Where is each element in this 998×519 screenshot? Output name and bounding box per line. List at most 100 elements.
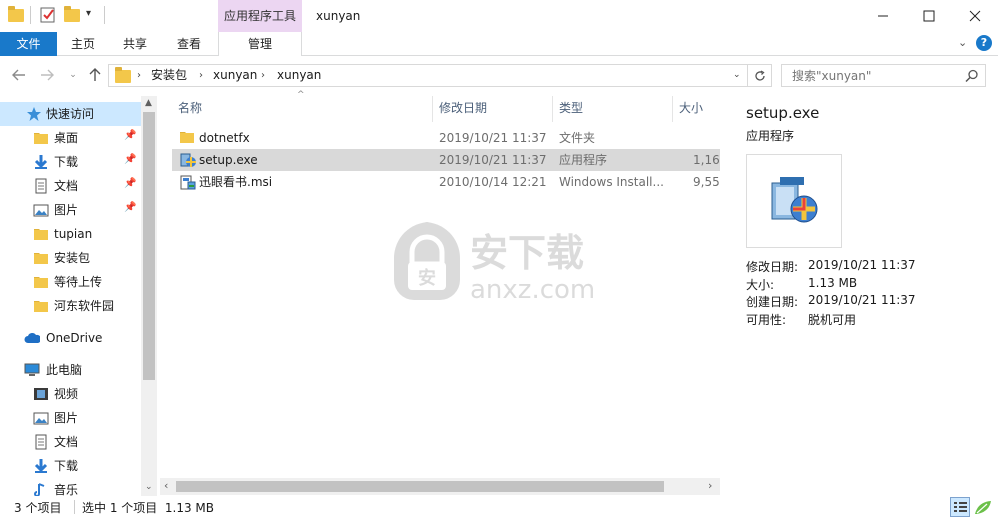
nav-quick-item[interactable]: 桌面 📌	[0, 126, 141, 150]
column-header-size[interactable]: 大小	[679, 96, 703, 120]
setup-exe-icon	[179, 151, 197, 169]
scroll-up-icon[interactable]: ▲	[145, 98, 152, 108]
pin-icon[interactable]: 📌	[124, 154, 136, 165]
sort-ascending-icon: ^	[297, 90, 305, 100]
close-button[interactable]	[952, 0, 998, 32]
detail-property-value: 2019/10/21 11:37	[808, 258, 916, 272]
recent-locations-icon[interactable]: ⌄	[64, 66, 82, 84]
pin-icon[interactable]: 📌	[124, 130, 136, 141]
forward-button[interactable]	[38, 66, 56, 84]
file-row[interactable]: setup.exe 2019/10/21 11:37 应用程序 1,167	[172, 149, 720, 171]
scroll-down-icon[interactable]: ⌄	[145, 482, 153, 492]
refresh-button[interactable]	[748, 64, 772, 87]
nav-scrollbar-thumb[interactable]	[143, 112, 155, 380]
nav-quick-item[interactable]: 安装包	[0, 246, 141, 270]
download-arrow-icon	[33, 154, 49, 170]
nav-quick-access[interactable]: 快速访问	[0, 102, 141, 126]
folder-icon[interactable]	[8, 6, 24, 23]
nav-pc-item[interactable]: 视频	[0, 382, 141, 406]
nav-label: 文档	[54, 435, 79, 449]
detail-file-name: setup.exe	[746, 104, 820, 122]
watermark-text: 安下载	[470, 231, 584, 275]
details-view-button[interactable]	[950, 497, 970, 517]
file-size: 1,167	[693, 153, 720, 167]
file-row[interactable]: 迅眼看书.msi 2010/10/14 12:21 Windows Install.…	[172, 171, 720, 193]
scroll-right-icon[interactable]: ›	[708, 479, 712, 492]
detail-property-label: 大小:	[746, 277, 775, 292]
breadcrumb-separator-icon[interactable]: ›	[137, 65, 141, 86]
nav-quick-item[interactable]: tupian	[0, 222, 141, 246]
nav-onedrive[interactable]: OneDrive	[0, 326, 141, 350]
column-header-type[interactable]: 类型	[559, 96, 583, 120]
title-bar: ▾	[0, 0, 998, 32]
nav-quick-item[interactable]: 河东软件园	[0, 294, 141, 318]
up-arrow-icon	[89, 68, 101, 81]
address-bar[interactable]: › 安装包 › xunyan › xunyan ⌄	[108, 64, 748, 87]
computer-icon	[24, 363, 40, 376]
tab-manage[interactable]: 管理	[218, 32, 302, 57]
search-input[interactable]	[782, 65, 962, 86]
breadcrumb-item[interactable]: xunyan	[213, 65, 257, 86]
nav-this-pc[interactable]: 此电脑	[0, 358, 141, 382]
picture-icon	[33, 202, 49, 218]
breadcrumb-item[interactable]: 安装包	[151, 65, 187, 86]
horizontal-scrollbar-thumb[interactable]	[176, 481, 664, 492]
new-folder-icon[interactable]	[64, 6, 80, 23]
breadcrumb-separator-icon[interactable]: ›	[199, 65, 203, 86]
tab-view[interactable]: 查看	[168, 32, 210, 56]
pin-icon[interactable]: 📌	[124, 178, 136, 189]
tab-share[interactable]: 共享	[114, 32, 156, 56]
nav-quick-item[interactable]: 图片 📌	[0, 198, 141, 222]
column-divider[interactable]	[432, 96, 433, 122]
watermark-url: anxz.com	[470, 275, 595, 302]
breadcrumb-separator-icon[interactable]: ›	[261, 65, 265, 86]
customize-toolbar-icon[interactable]: ▾	[86, 8, 91, 19]
maximize-button[interactable]	[906, 0, 952, 32]
download-arrow-icon	[33, 458, 49, 474]
nav-label: 快速访问	[46, 107, 95, 121]
help-icon[interactable]: ?	[976, 35, 992, 51]
maximize-icon	[923, 10, 935, 22]
tab-home[interactable]: 主页	[62, 32, 104, 56]
window-title: xunyan	[316, 9, 361, 23]
folder-icon	[115, 67, 131, 84]
forward-arrow-icon	[41, 69, 54, 81]
minimize-button[interactable]	[860, 0, 906, 32]
cloud-icon	[24, 333, 40, 343]
breadcrumb-item[interactable]: xunyan	[277, 65, 321, 86]
nav-label: 视频	[54, 387, 79, 401]
nav-label: 此电脑	[46, 363, 83, 377]
tab-file[interactable]: 文件	[0, 32, 57, 56]
file-size: 9,555	[693, 175, 720, 189]
nav-quick-item[interactable]: 文档 📌	[0, 174, 141, 198]
star-icon	[27, 107, 41, 121]
search-icon[interactable]	[965, 69, 979, 83]
nav-label: 下载	[54, 459, 79, 473]
nav-pc-item[interactable]: 图片	[0, 406, 141, 430]
nav-pc-item[interactable]: 文档	[0, 430, 141, 454]
desktop-folder-icon	[33, 130, 49, 146]
back-button[interactable]	[10, 66, 28, 84]
file-date: 2019/10/21 11:37	[439, 153, 547, 167]
scroll-left-icon[interactable]: ‹	[164, 479, 168, 492]
search-box[interactable]	[781, 64, 986, 87]
address-history-icon[interactable]: ⌄	[733, 65, 741, 86]
column-header-date[interactable]: 修改日期	[439, 96, 487, 120]
nav-pc-item[interactable]: 下载	[0, 454, 141, 478]
nav-quick-item[interactable]: 等待上传	[0, 270, 141, 294]
file-row[interactable]: dotnetfx 2019/10/21 11:37 文件夹	[172, 127, 720, 149]
column-header-name[interactable]: 名称	[178, 96, 202, 120]
up-button[interactable]	[86, 66, 104, 84]
detail-property-label: 创建日期:	[746, 295, 799, 309]
picture-icon	[33, 410, 49, 426]
nav-label: 下载	[54, 155, 79, 169]
file-type: Windows Install...	[559, 175, 664, 189]
column-divider[interactable]	[552, 96, 553, 122]
pin-icon[interactable]: 📌	[124, 202, 136, 213]
column-divider[interactable]	[672, 96, 673, 122]
video-icon	[33, 386, 49, 402]
nav-quick-item[interactable]: 下载 📌	[0, 150, 141, 174]
properties-check-icon[interactable]	[40, 7, 56, 23]
large-icons-view-button[interactable]	[972, 498, 994, 517]
expand-ribbon-icon[interactable]: ⌄	[958, 36, 967, 49]
